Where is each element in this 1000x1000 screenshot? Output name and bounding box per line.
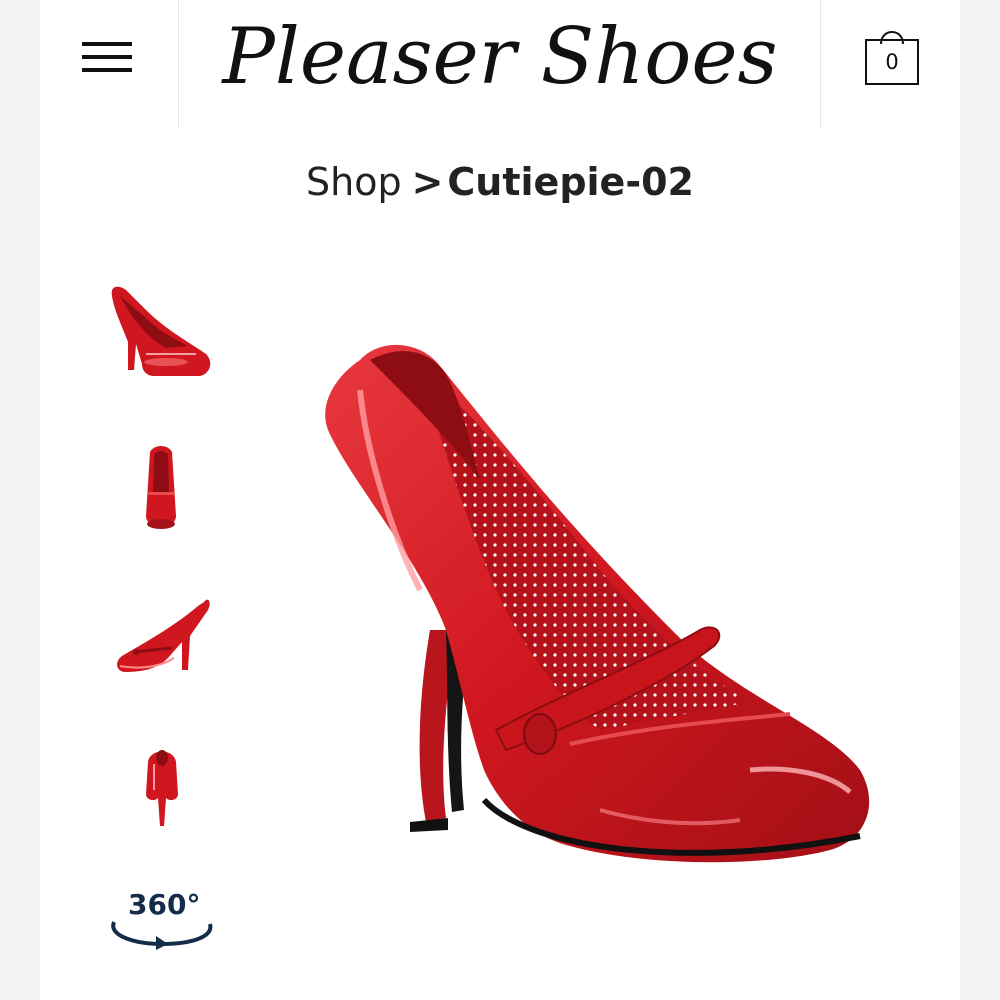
header-divider xyxy=(178,0,179,128)
thumbnail-back-view[interactable] xyxy=(140,746,184,830)
page: Pleaser Shoes 0 Shop > Cutiepie-02 360° xyxy=(40,0,960,1000)
menu-line xyxy=(82,42,132,46)
menu-line xyxy=(82,55,132,59)
thumbnail-front-view[interactable] xyxy=(136,446,186,536)
brand-logo[interactable]: Pleaser Shoes xyxy=(190,0,810,120)
breadcrumb: Shop > Cutiepie-02 xyxy=(40,160,960,204)
hamburger-menu-icon[interactable] xyxy=(80,40,134,76)
rotate-360-icon[interactable]: 360° xyxy=(106,888,218,950)
thumbnail-outer-side-view[interactable] xyxy=(112,596,212,678)
shopping-bag-icon[interactable]: 0 xyxy=(864,24,920,86)
svg-text:Pleaser Shoes: Pleaser Shoes xyxy=(220,12,777,102)
brand-logo-script: Pleaser Shoes xyxy=(220,12,777,102)
menu-line xyxy=(82,68,132,72)
main-product-image[interactable] xyxy=(270,330,870,890)
thumbnail-side-view[interactable] xyxy=(106,282,216,382)
breadcrumb-current: Cutiepie-02 xyxy=(447,160,694,204)
header-divider xyxy=(820,0,821,128)
breadcrumb-separator: > xyxy=(411,160,444,204)
cart-count: 0 xyxy=(885,50,899,74)
breadcrumb-shop-link[interactable]: Shop xyxy=(306,160,402,204)
shoe-illustration xyxy=(325,344,870,863)
